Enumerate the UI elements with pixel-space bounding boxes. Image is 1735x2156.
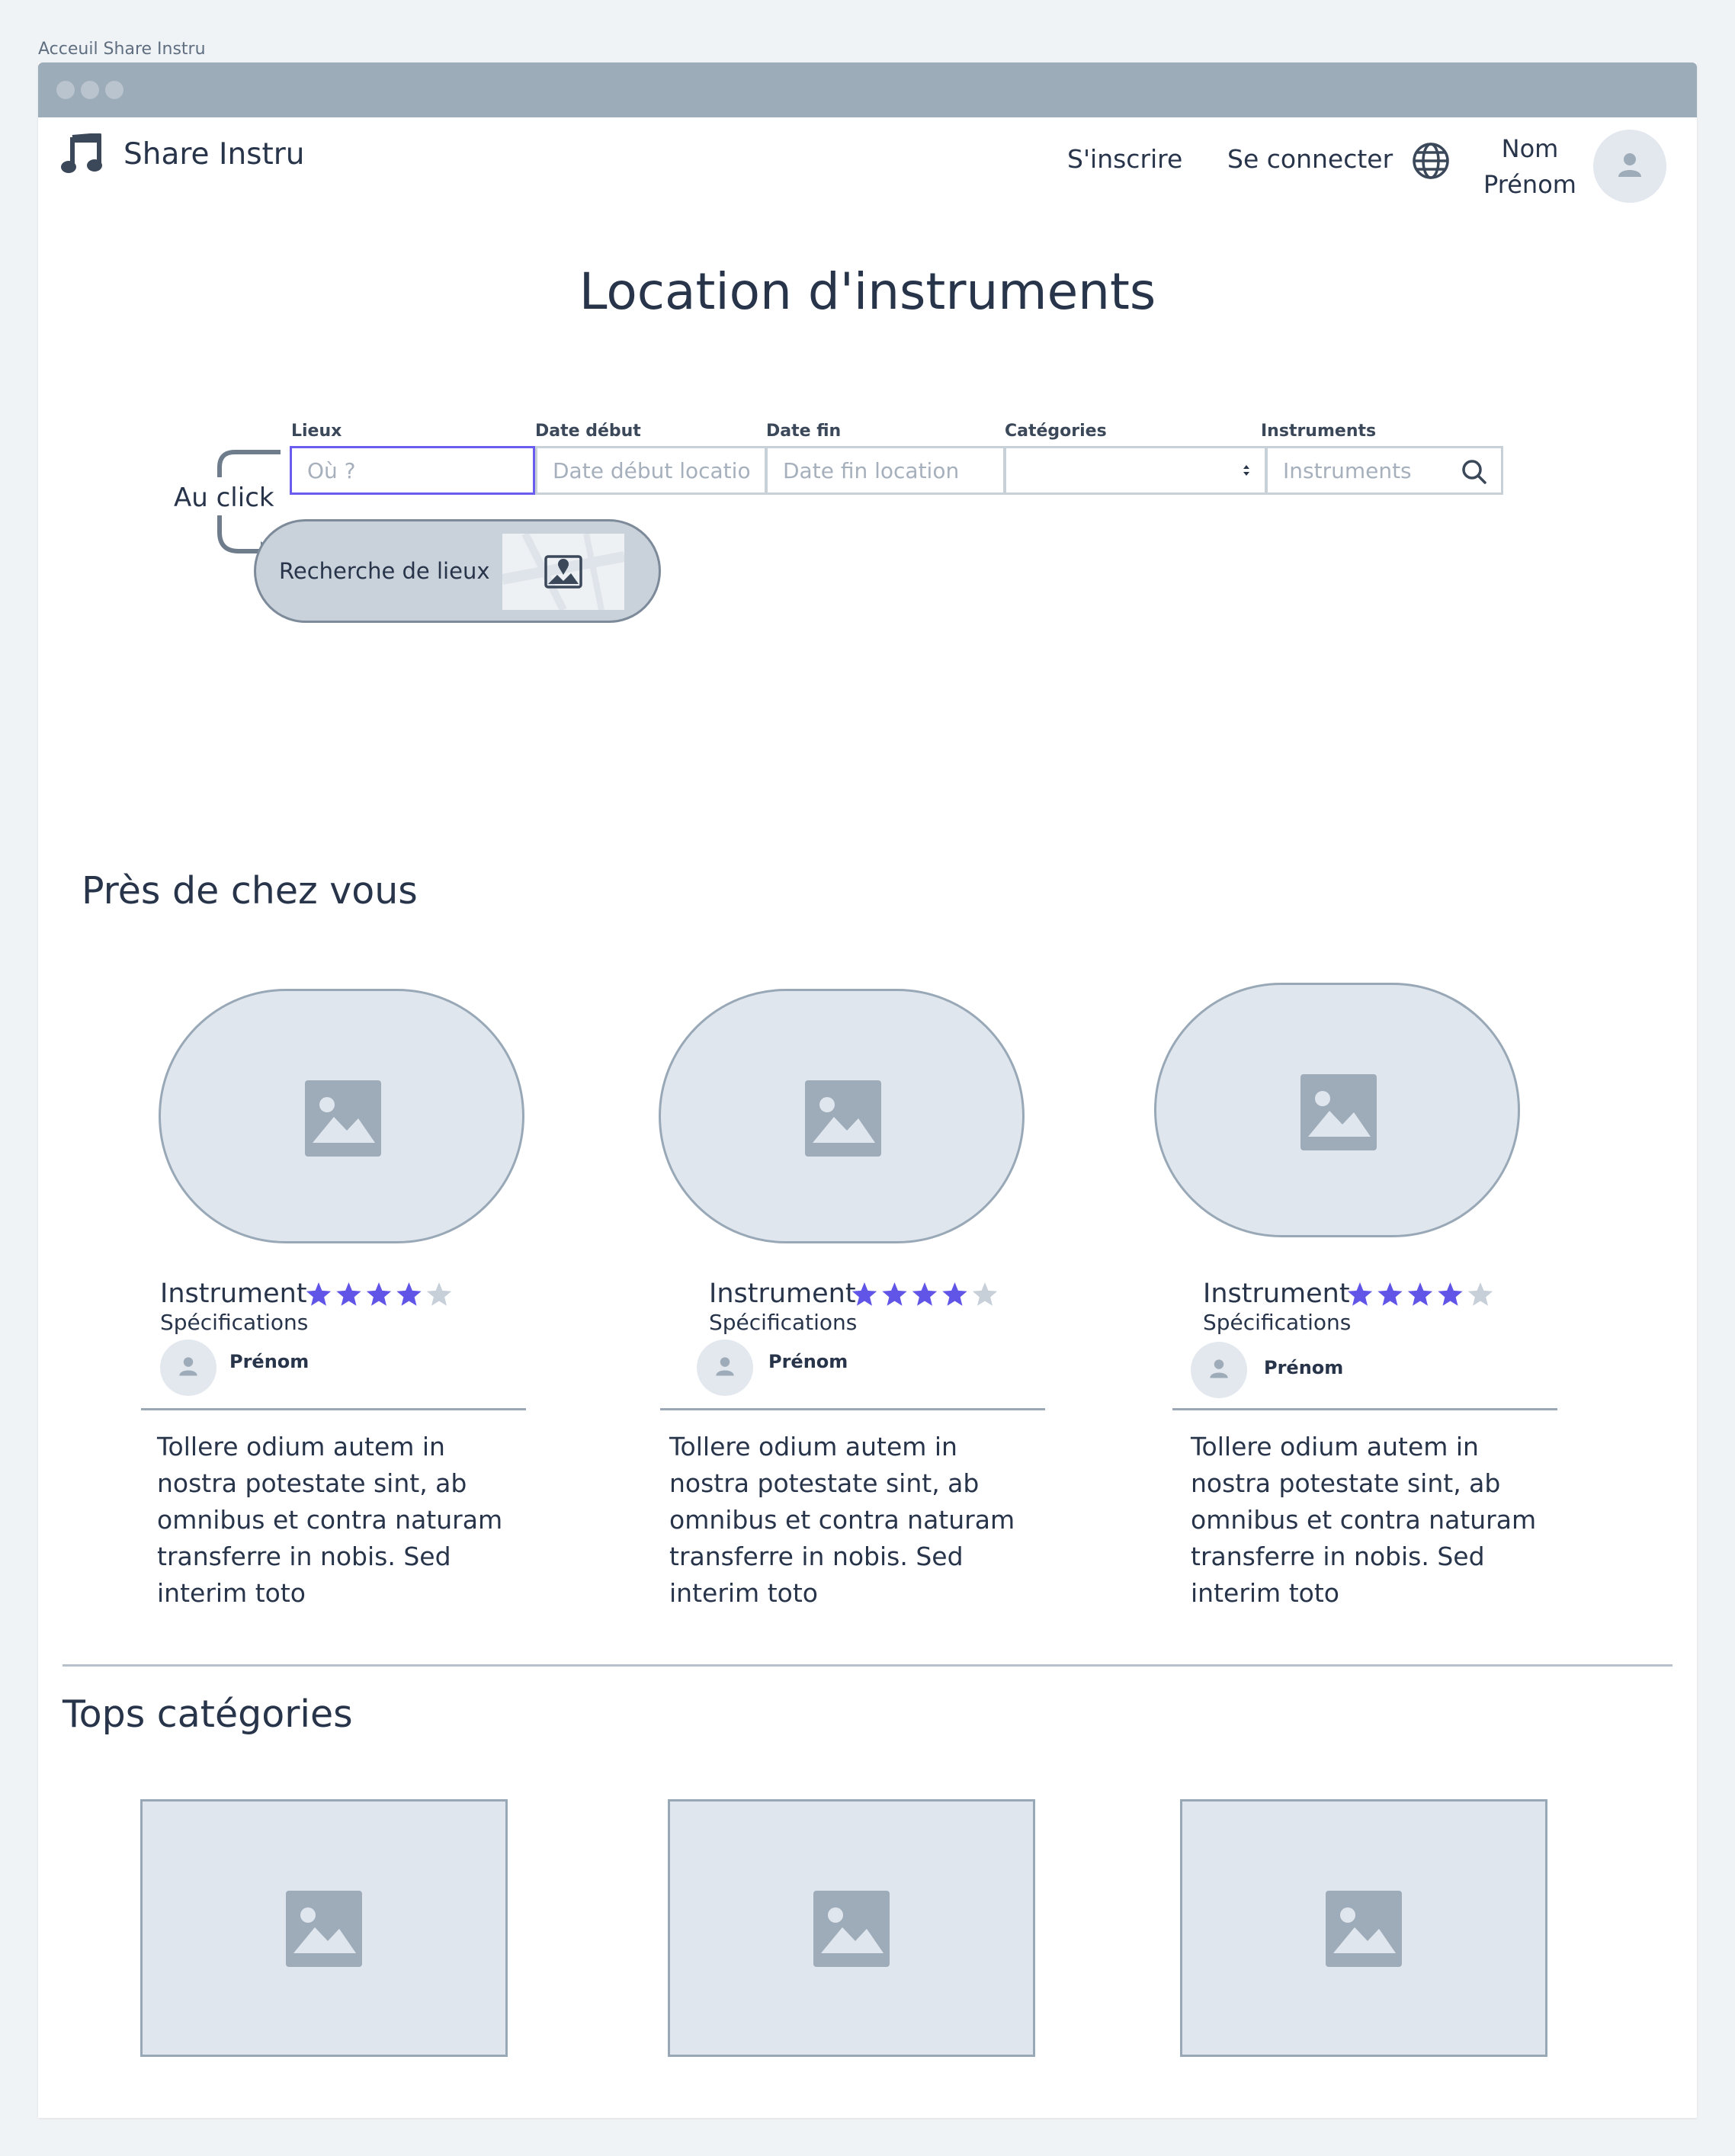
card-description: Tollere odium autem in nostra potestate … — [669, 1432, 1015, 1608]
star-empty-icon — [1467, 1282, 1493, 1306]
user-icon — [1210, 1359, 1228, 1378]
card-description: Tollere odium autem in nostra potestate … — [157, 1432, 503, 1608]
map-thumbnail — [502, 534, 624, 610]
owner-name: Prénom — [768, 1351, 848, 1372]
user-icon — [716, 1357, 734, 1376]
card-divider — [660, 1408, 1045, 1410]
date-debut-input[interactable] — [537, 448, 765, 492]
image-placeholder-icon — [813, 1891, 890, 1967]
owner-name: Prénom — [229, 1351, 309, 1372]
user-avatar[interactable] — [1593, 130, 1666, 203]
window-maximize-dot[interactable] — [105, 81, 123, 99]
card-description: Tollere odium autem in nostra potestate … — [1191, 1432, 1537, 1608]
label-lieux: Lieux — [291, 422, 342, 441]
user-first-line: Nom — [1501, 134, 1559, 163]
star-empty-icon — [972, 1282, 998, 1306]
top-categories-title: Tops catégories — [63, 1692, 353, 1736]
nearby-title: Près de chez vous — [82, 869, 418, 913]
label-date-debut: Date début — [535, 422, 641, 441]
page-title: Location d'instruments — [579, 262, 1156, 321]
place-search-label: Recherche de lieux — [279, 558, 490, 584]
category-tile[interactable] — [668, 1799, 1035, 2057]
star-filled-icon — [882, 1282, 907, 1306]
rating-stars — [306, 1282, 452, 1306]
star-filled-icon — [1377, 1282, 1403, 1306]
card-specs: Spécifications — [709, 1310, 858, 1335]
star-filled-icon — [366, 1282, 392, 1306]
image-placeholder-icon — [305, 1080, 381, 1157]
login-link[interactable]: Se connecter — [1227, 144, 1393, 174]
date-fin-field[interactable] — [765, 446, 1005, 495]
card-title[interactable]: Instrument — [1203, 1279, 1350, 1309]
window-titlebar — [38, 63, 1697, 117]
card-specs: Spécifications — [160, 1310, 309, 1335]
date-debut-field[interactable] — [535, 446, 767, 495]
user-name[interactable]: Nom Prénom — [1477, 131, 1583, 203]
instruments-field[interactable] — [1265, 446, 1503, 495]
globe-icon[interactable] — [1411, 141, 1451, 181]
card-divider — [141, 1408, 526, 1410]
frame-title: Acceuil Share Instru — [38, 40, 206, 59]
rating-stars — [1347, 1282, 1493, 1306]
star-filled-icon — [1438, 1282, 1463, 1306]
image-placeholder-icon — [1326, 1891, 1402, 1967]
star-filled-icon — [336, 1282, 361, 1306]
image-placeholder-icon — [286, 1891, 362, 1967]
place-search-popup[interactable]: Recherche de lieux — [254, 519, 661, 623]
owner-avatar[interactable] — [1191, 1342, 1247, 1398]
user-icon — [179, 1357, 197, 1376]
category-tile[interactable] — [1180, 1799, 1547, 2057]
owner-avatar[interactable] — [160, 1339, 216, 1396]
music-note-icon — [61, 133, 102, 173]
star-filled-icon — [396, 1282, 422, 1306]
owner-name: Prénom — [1264, 1357, 1344, 1378]
label-instruments: Instruments — [1261, 422, 1377, 441]
window-close-dot[interactable] — [56, 81, 75, 99]
star-filled-icon — [306, 1282, 332, 1306]
card-image[interactable] — [1154, 983, 1520, 1237]
user-second-line: Prénom — [1483, 170, 1576, 199]
owner-avatar[interactable] — [697, 1339, 753, 1396]
image-placeholder-icon — [805, 1080, 881, 1157]
map-pin-icon — [502, 534, 624, 610]
star-filled-icon — [942, 1282, 967, 1306]
star-filled-icon — [1347, 1282, 1373, 1306]
card-title[interactable]: Instrument — [709, 1279, 856, 1309]
section-divider — [63, 1664, 1672, 1667]
lieux-input[interactable] — [292, 448, 533, 492]
user-icon — [1618, 153, 1641, 177]
window-minimize-dot[interactable] — [81, 81, 99, 99]
label-date-fin: Date fin — [766, 422, 842, 441]
search-icon[interactable] — [1460, 457, 1489, 486]
card-title[interactable]: Instrument — [160, 1279, 307, 1309]
category-tile[interactable] — [140, 1799, 508, 2057]
select-arrows-icon — [1243, 465, 1249, 476]
categories-select[interactable] — [1004, 446, 1267, 495]
star-filled-icon — [912, 1282, 938, 1306]
brand-name[interactable]: Share Instru — [123, 137, 305, 172]
signup-link[interactable]: S'inscrire — [1067, 144, 1182, 174]
lieux-field[interactable] — [290, 446, 535, 495]
star-filled-icon — [851, 1282, 877, 1306]
card-image[interactable] — [659, 989, 1025, 1243]
star-filled-icon — [1407, 1282, 1433, 1306]
label-categories: Catégories — [1005, 422, 1107, 441]
card-image[interactable] — [159, 989, 524, 1243]
image-placeholder-icon — [1300, 1074, 1377, 1150]
star-empty-icon — [426, 1282, 452, 1306]
date-fin-input[interactable] — [768, 448, 1003, 492]
card-divider — [1172, 1408, 1557, 1410]
card-specs: Spécifications — [1203, 1310, 1352, 1335]
rating-stars — [851, 1282, 998, 1306]
